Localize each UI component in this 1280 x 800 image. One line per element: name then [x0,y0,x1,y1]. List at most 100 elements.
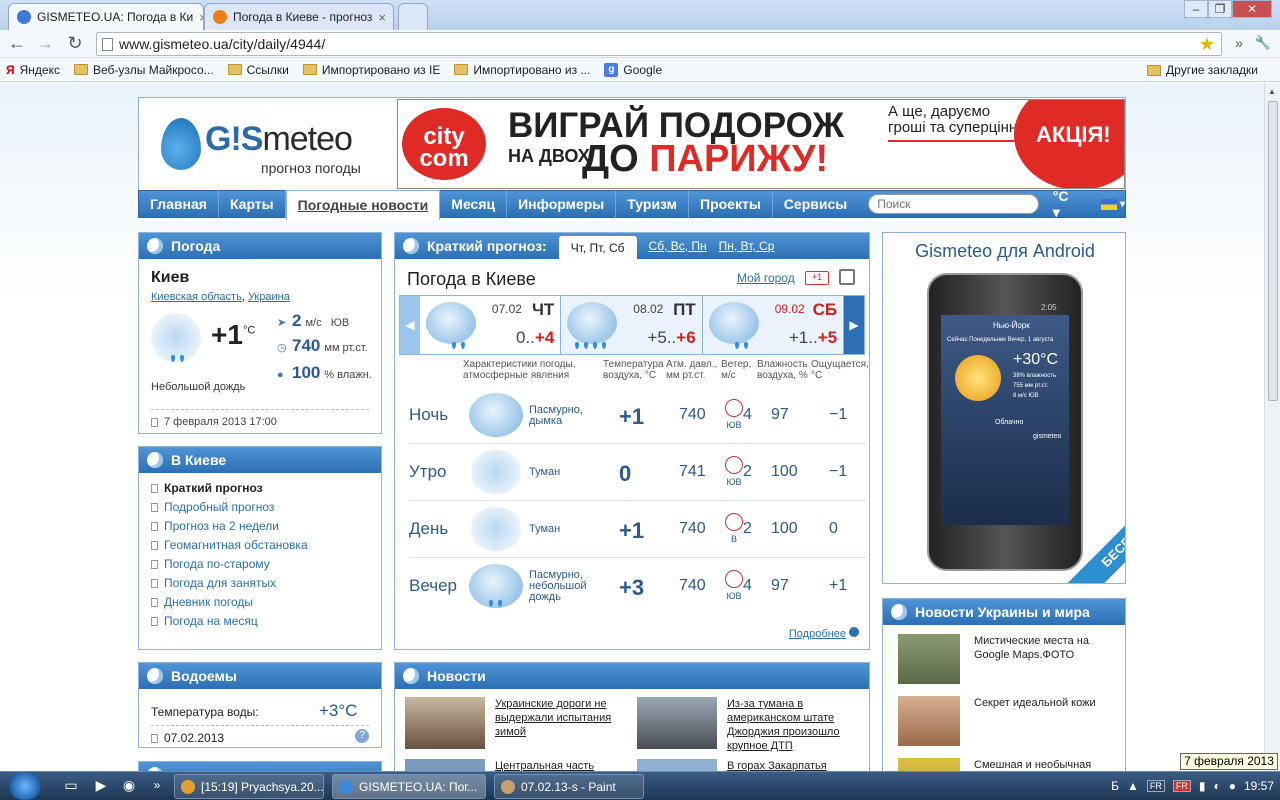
media-player-icon[interactable]: ▶ [90,774,112,796]
tray-expand-icon[interactable]: ▲ [1127,779,1139,793]
tab-blogger[interactable]: Погода в Киеве - прогноз × [204,3,394,30]
back-icon[interactable]: ← [6,33,28,55]
bookmark-folder[interactable]: Импортировано из ... [454,63,590,77]
menu-item-services[interactable]: Сервисы [773,190,858,218]
next-days-icon[interactable]: ▶ [844,296,864,354]
bookmark-folder[interactable]: Ссылки [227,63,289,77]
news-item[interactable]: Украинские дороги не выдержали испытания… [405,697,625,749]
language-indicator[interactable]: Б [1111,779,1119,793]
tab-thu-fri-sat[interactable]: Чт, Пт, Сб [558,235,637,260]
other-bookmarks[interactable]: Другие закладки [1147,63,1258,77]
prev-days-icon[interactable]: ◀ [400,296,420,354]
task-paint[interactable]: 07.02.13-s - Paint [494,774,644,799]
news-item[interactable]: Из-за тумана в американском штате Джордж… [637,697,857,753]
player-icon [181,779,195,794]
news-item[interactable]: Центральная часть [405,759,625,771]
world-news-item[interactable]: Мистические места на Google Maps.ФОТО [898,634,1114,684]
ukraine-flag-icon[interactable] [1101,198,1117,210]
logo-subtitle: прогноз погоды [261,160,361,176]
wind-direction-icon [725,399,743,417]
clock[interactable]: 19:57 [1244,779,1274,793]
link-two-weeks[interactable]: Прогноз на 2 недели [151,519,308,533]
bookmark-folder[interactable]: Веб-узлы Майкросо... [73,63,214,77]
menu-item-projects[interactable]: Проекты [689,190,773,218]
news-thumbnail [898,634,960,684]
day-thursday[interactable]: 07.02 ЧТ 0..+4 [419,296,562,354]
gismeteo-logo[interactable]: G!Smeteo прогноз погоды [161,112,401,182]
network-icon[interactable]: ▮ [1199,779,1206,793]
link-geomagnetic[interactable]: Геомагнитная обстановка [151,538,308,552]
link-month[interactable]: Погода на месяц [151,614,308,628]
link-old-style[interactable]: Погода по-старому [151,557,308,571]
wrench-icon[interactable]: 🔧 [1252,33,1274,55]
tray-app-icon[interactable]: FR [1146,780,1165,792]
link-busy[interactable]: Погода для занятых [151,576,308,590]
tab-close-icon[interactable]: × [193,10,203,25]
vertical-scrollbar[interactable]: ▲ ▼ [1264,83,1280,771]
windows-taskbar: ▭ ▶ ◉ » [15:19] Pryachsya.20... GISMETEO… [0,771,1280,800]
my-city-link[interactable]: Мой город [737,271,795,285]
task-player[interactable]: [15:19] Pryachsya.20... [174,774,324,799]
country-link[interactable]: Украина [248,291,290,303]
gismeteo-drop-icon [891,604,907,620]
reload-icon[interactable]: ↻ [64,33,86,55]
search-input[interactable] [868,194,1039,214]
overcast-cloud-icon [469,393,523,437]
android-ad[interactable]: Gismeteo для Android Нью-Йорк 2:05 Сейча… [882,232,1126,584]
link-diary[interactable]: Дневник погоды [151,595,308,609]
language-dropdown-icon[interactable]: ▾ [1120,199,1125,210]
ad-banner[interactable]: city com ВИГРАЙ ПОДОРОЖ НА ДВОХ ДО ПАРИЖ… [397,99,1125,189]
day-friday[interactable]: 08.02 ПТ +5..+6 [561,296,703,354]
bookmark-folder[interactable]: Импортировано из IE [302,63,440,77]
show-desktop-icon[interactable]: ▭ [60,774,82,796]
menu-item-weather-news[interactable]: Погодные новости [285,190,441,220]
extensions-more-icon[interactable]: » [1228,33,1250,55]
tab-gismeteo[interactable]: GISMETEO.UA: Погода в Ки × [8,3,204,30]
day-saturday[interactable]: 09.02 СБ +1..+5 [703,296,845,354]
volume-icon[interactable]: ◐ [1213,779,1220,793]
box-title: Водоемы [171,668,237,684]
link-detailed-forecast[interactable]: Подробный прогноз [151,500,308,514]
scroll-up-icon[interactable]: ▲ [1268,87,1276,96]
tab-close-icon[interactable]: × [372,10,386,25]
menu-item-maps[interactable]: Карты [219,190,286,218]
water-date: 07.02.2013 [151,725,369,745]
tray-app-icon[interactable]: FR [1172,780,1191,792]
link-short-forecast[interactable]: Краткий прогноз [151,481,308,495]
google-plus-button[interactable]: +1 [805,271,829,285]
tab-title: GISMETEO.UA: Погода в Ки [37,10,194,24]
news-item[interactable]: В горах Закарпатья [637,759,857,771]
gismeteo-drop-icon [147,238,163,254]
address-bar[interactable]: www.gismeteo.ua/city/daily/4944/ ★ [96,32,1222,56]
menu-item-home[interactable]: Главная [139,190,219,218]
scrollbar-thumb[interactable] [1268,101,1278,401]
tab-mon-tue-wed[interactable]: Пн, Вт, Ср [719,239,775,253]
region-link[interactable]: Киевская область [151,291,242,303]
more-link[interactable]: Подробнее [789,627,859,640]
close-window-button[interactable]: ✕ [1232,0,1272,18]
tray-app-icon[interactable]: ● [1229,779,1236,793]
tab-sat-sun-mon[interactable]: Сб, Вс, Пн [649,239,707,253]
bookmark-google[interactable]: g Google [604,62,662,77]
help-icon[interactable]: ? [355,729,369,743]
bookmark-star-icon[interactable]: ★ [1199,34,1215,55]
unit-selector[interactable]: °C ▾ [1053,188,1079,221]
document-icon [151,417,158,427]
forward-icon[interactable]: → [34,33,56,55]
task-chrome[interactable]: GISMETEO.UA: Пог... [332,774,486,799]
bookmark-yandex[interactable]: Я Яндекс [6,63,60,77]
print-icon[interactable] [839,269,855,285]
news-thumbnail [898,758,960,771]
restore-button[interactable]: ❐ [1208,0,1232,18]
menu-item-tourism[interactable]: Туризм [616,190,690,218]
quicklaunch-more-icon[interactable]: » [146,774,168,796]
world-news-item[interactable]: Секрет идеальной кожи [898,696,1114,746]
chrome-icon[interactable]: ◉ [118,774,140,796]
world-news-item[interactable]: Смешная и необычная [898,758,1114,771]
city-name: Киев [151,269,190,286]
menu-item-informers[interactable]: Информеры [507,190,617,218]
start-button[interactable] [6,772,44,800]
new-tab-button[interactable] [398,3,428,30]
minimize-button[interactable]: – [1184,0,1208,18]
menu-item-month[interactable]: Месяц [440,190,508,218]
